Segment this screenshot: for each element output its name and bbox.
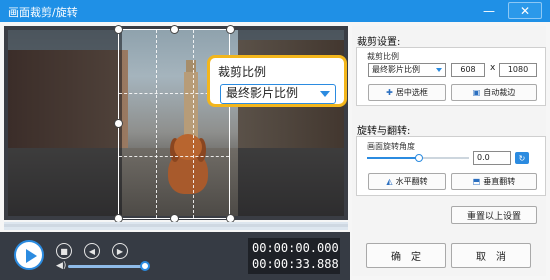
- auto-crop-icon: ▣: [472, 88, 481, 97]
- title-bar: 画面裁剪/旋转 — ✕: [0, 0, 550, 22]
- crop-handle-top[interactable]: [170, 25, 179, 34]
- rotate-slider-fill: [367, 157, 419, 159]
- previous-frame-button[interactable]: ◀: [84, 243, 100, 259]
- time-display: 00:00:00.000 00:00:33.888: [248, 238, 340, 274]
- crop-handle-left[interactable]: [114, 119, 123, 128]
- crop-height-input[interactable]: 1080: [499, 63, 537, 77]
- cancel-button[interactable]: 取 消: [451, 243, 531, 268]
- rotate-slider-track[interactable]: [419, 157, 469, 159]
- center-icon: ✚: [386, 88, 393, 97]
- vertical-flip-icon: ⬒: [472, 177, 481, 186]
- rotate-icon[interactable]: ↻: [515, 152, 529, 164]
- size-separator: x: [490, 63, 496, 73]
- rotate-slider-knob[interactable]: [415, 154, 423, 162]
- chevron-down-icon: [320, 91, 330, 97]
- minimize-icon[interactable]: —: [478, 2, 500, 19]
- chevron-down-icon: [436, 68, 442, 72]
- current-time: 00:00:00.000: [252, 241, 339, 255]
- callout-title: 裁剪比例: [218, 65, 267, 79]
- crop-ratio-label: 裁剪比例: [367, 52, 399, 61]
- center-box-button[interactable]: ✚ 居中选框: [368, 84, 446, 101]
- ok-button[interactable]: 确 定: [366, 243, 446, 268]
- crop-handle-top-right[interactable]: [226, 25, 235, 34]
- vertical-flip-button[interactable]: ⬒ 垂直翻转: [451, 173, 537, 190]
- crop-ratio-select[interactable]: 最终影片比例: [368, 63, 446, 77]
- crop-handle-top-left[interactable]: [114, 25, 123, 34]
- crop-section-title: 裁剪设置:: [357, 37, 401, 48]
- rotate-angle-label: 画面旋转角度: [367, 142, 415, 151]
- horizontal-flip-button[interactable]: ◭ 水平翻转: [368, 173, 446, 190]
- total-time: 00:00:33.888: [252, 257, 339, 271]
- volume-slider[interactable]: [68, 265, 144, 268]
- crop-width-input[interactable]: 608: [451, 63, 485, 77]
- stop-button[interactable]: ■: [56, 243, 72, 259]
- play-button[interactable]: [14, 240, 44, 270]
- window-title: 画面裁剪/旋转: [8, 6, 78, 19]
- rotate-angle-input[interactable]: 0.0: [473, 151, 511, 165]
- rotate-section-title: 旋转与翻转:: [357, 126, 411, 137]
- close-icon[interactable]: ✕: [508, 2, 542, 19]
- volume-icon[interactable]: ◀): [56, 261, 66, 271]
- volume-knob[interactable]: [140, 261, 150, 271]
- reset-settings-button[interactable]: 重置以上设置: [451, 206, 537, 224]
- horizontal-flip-icon: ◭: [386, 177, 393, 186]
- callout-ratio-select[interactable]: 最终影片比例: [220, 84, 336, 104]
- next-frame-button[interactable]: ▶: [112, 243, 128, 259]
- crop-ratio-callout: 裁剪比例 最终影片比例: [207, 55, 347, 107]
- auto-trim-button[interactable]: ▣ 自动裁边: [451, 84, 537, 101]
